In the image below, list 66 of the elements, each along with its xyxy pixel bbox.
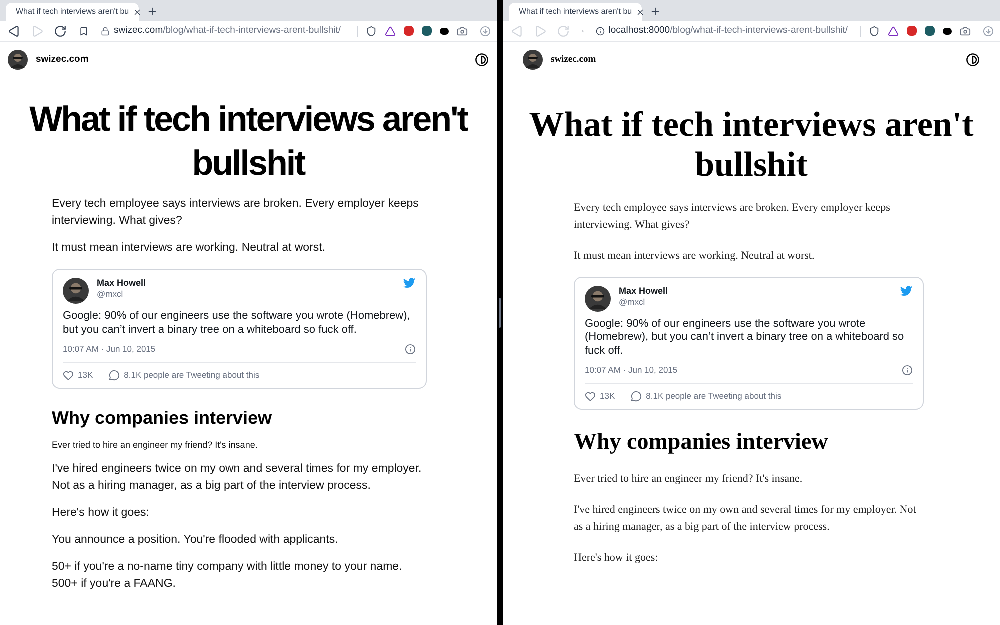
- shield-icon[interactable]: [366, 26, 377, 36]
- url-text: localhost:8000/blog/what-if-tech-interviews-arent-bullshit/: [608, 24, 848, 38]
- shield-icon[interactable]: [869, 26, 880, 36]
- close-icon[interactable]: [636, 8, 646, 16]
- tab-title: What if tech interviews aren't bu: [16, 6, 130, 18]
- url-text: swizec.com/blog/what-if-tech-interviews-arent-bullshit/: [114, 24, 342, 38]
- reply-icon[interactable]: [631, 390, 642, 402]
- download-icon[interactable]: [480, 26, 491, 36]
- camera-icon[interactable]: [457, 26, 468, 36]
- paragraph: Every tech employee says interviews are broken. Every employer keeps interviewing. What gives?: [52, 197, 420, 229]
- paragraph: It must mean interviews are working. Neutral at worst.: [52, 241, 327, 256]
- download-icon[interactable]: [983, 26, 994, 36]
- bird-icon[interactable]: [900, 286, 913, 296]
- tweet-text: Google: 90% of our engineers use the software you wrote (Homebrew), but you can’t invert a binary tree on a whiteboard so fuck off.: [63, 310, 412, 337]
- browser-tab[interactable]: What if tech interviews aren't bu: [509, 3, 642, 21]
- author-handle: @mxcl: [97, 289, 124, 300]
- paragraph: Every tech employee says interviews are broken. Every employer keeps interviewing. What gives?: [574, 201, 892, 232]
- avatar: [63, 278, 89, 304]
- paragraph: It must mean interviews are working. Neutral at worst.: [574, 249, 816, 264]
- triangle-icon[interactable]: [888, 26, 899, 36]
- tweeting-link[interactable]: 8.1K people are Tweeting about this: [646, 390, 782, 402]
- author-name: Max Howell: [97, 278, 146, 290]
- tab-title: What if tech interviews aren't bu: [519, 6, 632, 18]
- avatar: [8, 50, 28, 70]
- close-icon[interactable]: [133, 8, 142, 16]
- new-tab-icon[interactable]: [650, 6, 661, 17]
- reply-icon[interactable]: [109, 370, 120, 381]
- article-title: What if tech interviews aren't bullshit: [28, 99, 469, 185]
- bird-icon[interactable]: [403, 278, 416, 289]
- tweet-text: Google: 90% of our engineers use the software you wrote (Homebrew), but you can’t invert a binary tree on a whiteboard so fuck off.: [585, 318, 906, 358]
- info-icon[interactable]: [405, 344, 416, 355]
- address-bar[interactable]: localhost:8000/blog/what-if-tech-interviews-arent-bullshit/: [590, 22, 854, 40]
- site-name[interactable]: swizec.com: [551, 52, 596, 68]
- tweet-time: 10:07 AM · Jun 10, 2015: [63, 343, 156, 356]
- tweeting-link[interactable]: 8.1K people are Tweeting about this: [124, 368, 260, 382]
- theme-toggle-icon[interactable]: [966, 53, 980, 67]
- tweet-time: 10:07 AM · Jun 10, 2015: [585, 364, 678, 377]
- paragraph: Here's how it goes:: [574, 551, 660, 566]
- like-count[interactable]: 13K: [600, 390, 616, 402]
- avatar: [523, 50, 543, 70]
- paragraph: I've hired engineers twice on my own and several times for my employer. Not as a hiring manager, as a big part of the interview process.: [52, 462, 423, 494]
- triangle-icon[interactable]: [385, 26, 396, 36]
- heart-icon[interactable]: [63, 370, 74, 381]
- paragraph: Here's how it goes:: [52, 506, 150, 520]
- article-title: What if tech interviews aren't bullshit: [528, 105, 975, 185]
- heart-icon[interactable]: [585, 390, 596, 402]
- author-name: Max Howell: [619, 286, 668, 297]
- paragraph: Ever tried to hire an engineer my friend? It's insane.: [574, 472, 804, 486]
- author-handle: @mxcl: [619, 296, 646, 308]
- camera-icon[interactable]: [960, 26, 971, 36]
- paragraph: I've hired engineers twice on my own and several times for my employer. Not as a hiring manager, as a big part of the interview process.: [574, 503, 918, 534]
- lock-icon[interactable]: [101, 26, 110, 36]
- new-tab-icon[interactable]: [147, 6, 158, 17]
- site-name[interactable]: swizec.com: [36, 52, 89, 68]
- paragraph: You announce a position. You're flooded with applicants.: [52, 532, 340, 548]
- avatar: [585, 286, 611, 312]
- theme-toggle-icon[interactable]: [475, 53, 489, 67]
- info-icon[interactable]: [596, 26, 605, 36]
- section-heading: Why companies interview: [52, 406, 274, 428]
- address-bar[interactable]: swizec.com/blog/what-if-tech-interviews-arent-bullshit/: [95, 22, 351, 40]
- info-icon[interactable]: [902, 364, 913, 376]
- browser-tab[interactable]: What if tech interviews aren't bu: [6, 3, 139, 21]
- paragraph: Ever tried to hire an engineer my friend? It's insane.: [52, 438, 259, 450]
- section-heading: Why companies interview: [574, 428, 830, 456]
- like-count[interactable]: 13K: [78, 368, 94, 382]
- paragraph: 50+ if you're a no-name tiny company with little money to your name. 500+ if you're a FAANG.: [52, 560, 404, 592]
